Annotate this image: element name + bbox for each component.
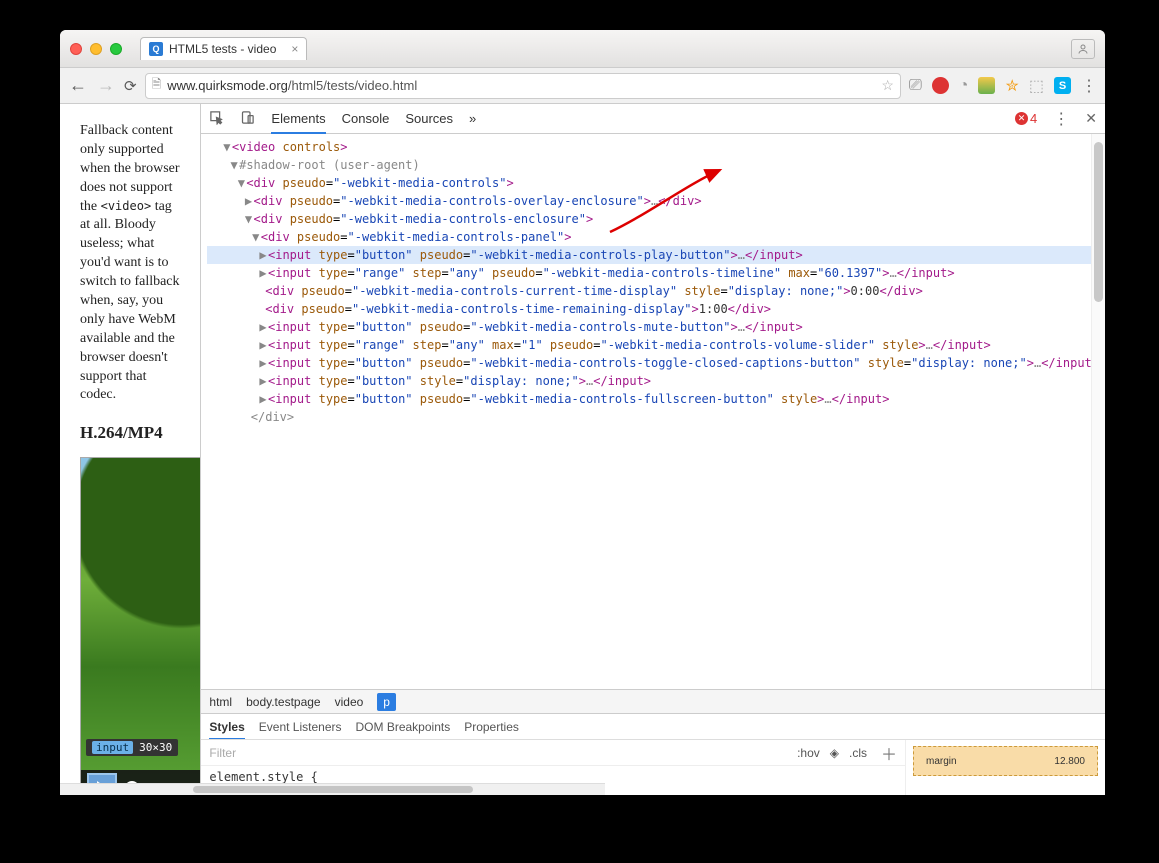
forward-button: → [96, 75, 116, 96]
extension-icon[interactable] [978, 77, 995, 94]
chrome-menu-icon[interactable]: ⋮ [1081, 76, 1097, 96]
skype-icon[interactable]: S [1054, 77, 1071, 94]
favicon-icon: Q [149, 42, 163, 56]
tab-sources[interactable]: Sources [405, 111, 453, 126]
tab-properties[interactable]: Properties [464, 720, 519, 734]
scrollbar-thumb[interactable] [193, 786, 473, 793]
devtools-close-icon[interactable]: ✕ [1085, 110, 1097, 127]
scrollbar-thumb[interactable] [1094, 142, 1103, 302]
heading-h264: H.264/MP4 [80, 423, 180, 443]
extension-icon[interactable]: ✮ [1005, 76, 1018, 96]
profile-icon[interactable] [1071, 39, 1095, 59]
tab-elements[interactable]: Elements [271, 111, 325, 134]
titlebar: Q HTML5 tests - video × [60, 30, 1105, 68]
extension-icon[interactable] [932, 77, 949, 94]
box-value: 12.800 [1054, 756, 1085, 767]
box-model: margin 12.800 [905, 740, 1105, 795]
styles-filter-row: Filter :hov ◈ .cls ＋ [201, 740, 905, 766]
new-style-rule-icon[interactable]: ＋ [881, 741, 897, 765]
tab-event-listeners[interactable]: Event Listeners [259, 720, 342, 734]
tab-dom-breakpoints[interactable]: DOM Breakpoints [356, 720, 451, 734]
cls-toggle[interactable]: .cls [849, 746, 867, 760]
url-host: www.quirksmode.org [167, 78, 288, 93]
browser-tab[interactable]: Q HTML5 tests - video × [140, 37, 307, 60]
address-bar[interactable]: 🗎 www.quirksmode.org/html5/tests/video.h… [145, 73, 901, 99]
dom-tree[interactable]: ▼<video controls> ▼#shadow-root (user-ag… [201, 134, 1105, 689]
crumb-p[interactable]: p [377, 693, 396, 711]
close-window-icon[interactable] [70, 43, 82, 55]
video-player[interactable]: Big Buck BUNNY input 30×30 1:00 🔊 [80, 457, 200, 795]
box-label: margin [926, 756, 957, 767]
reload-button[interactable]: ⟳ [124, 77, 137, 95]
crumb-body[interactable]: body.testpage [246, 695, 321, 709]
margin-box[interactable]: margin 12.800 [913, 746, 1098, 776]
close-tab-icon[interactable]: × [291, 42, 298, 56]
hov-toggle[interactable]: :hov [797, 746, 820, 760]
devtools-panel: Elements Console Sources » ✕4 ⋮ ✕ ▼<vide… [200, 104, 1105, 795]
browser-window: Q HTML5 tests - video × ← → ⟳ 🗎 www.quir… [60, 30, 1105, 795]
horizontal-scrollbar[interactable] [60, 783, 605, 795]
tooltip-tag: input [92, 741, 133, 754]
crumb-video[interactable]: video [335, 695, 364, 709]
extension-icon[interactable]: ⬚ [1029, 76, 1044, 96]
bookmark-star-icon[interactable]: ☆ [881, 77, 894, 94]
crumb-html[interactable]: html [209, 695, 232, 709]
breadcrumb: html body.testpage video p [201, 689, 1105, 713]
inspect-icon[interactable] [209, 110, 224, 128]
tab-console[interactable]: Console [342, 111, 390, 126]
cast-icon[interactable]: ⎚ [909, 77, 922, 95]
tab-overflow[interactable]: » [469, 111, 476, 126]
devtools-tabbar: Elements Console Sources » ✕4 ⋮ ✕ [201, 104, 1105, 134]
disclosure-triangle-icon[interactable]: ▼ [229, 156, 239, 174]
page-viewport[interactable]: Fallback content only supported when the… [60, 104, 200, 795]
back-button[interactable]: ← [68, 75, 88, 96]
tab-styles[interactable]: Styles [209, 720, 244, 740]
zoom-window-icon[interactable] [110, 43, 122, 55]
styles-tabbar: Styles Event Listeners DOM Breakpoints P… [201, 713, 1105, 739]
inspector-tooltip: input 30×30 [86, 739, 178, 756]
content-area: Fallback content only supported when the… [60, 104, 1105, 795]
url-path: /html5/tests/video.html [288, 78, 417, 93]
extensions: ⎚ ◔ ✮ ⬚ S ⋮ [909, 76, 1097, 96]
site-info-icon[interactable]: 🗎 [152, 75, 162, 96]
device-mode-icon[interactable] [240, 110, 255, 128]
toolbar: ← → ⟳ 🗎 www.quirksmode.org/html5/tests/v… [60, 68, 1105, 104]
minimize-window-icon[interactable] [90, 43, 102, 55]
extension-icon[interactable]: ◔ [959, 77, 969, 95]
devtools-menu-icon[interactable]: ⋮ [1053, 109, 1069, 129]
error-badge[interactable]: ✕4 [1015, 111, 1037, 126]
tooltip-dimensions: 30×30 [139, 741, 172, 754]
code-literal: <video> [101, 199, 152, 213]
scrollbar[interactable] [1091, 134, 1105, 689]
pin-icon[interactable]: ◈ [830, 746, 839, 760]
disclosure-triangle-icon[interactable]: ▼ [222, 138, 232, 156]
filter-input[interactable]: Filter [209, 746, 236, 760]
tab-title: HTML5 tests - video [169, 42, 276, 56]
dom-selected-node: ▶<input type="button" pseudo="-webkit-me… [207, 246, 1099, 264]
window-traffic-lights [70, 43, 122, 55]
paragraph: Fallback content only supported when the… [80, 122, 180, 405]
